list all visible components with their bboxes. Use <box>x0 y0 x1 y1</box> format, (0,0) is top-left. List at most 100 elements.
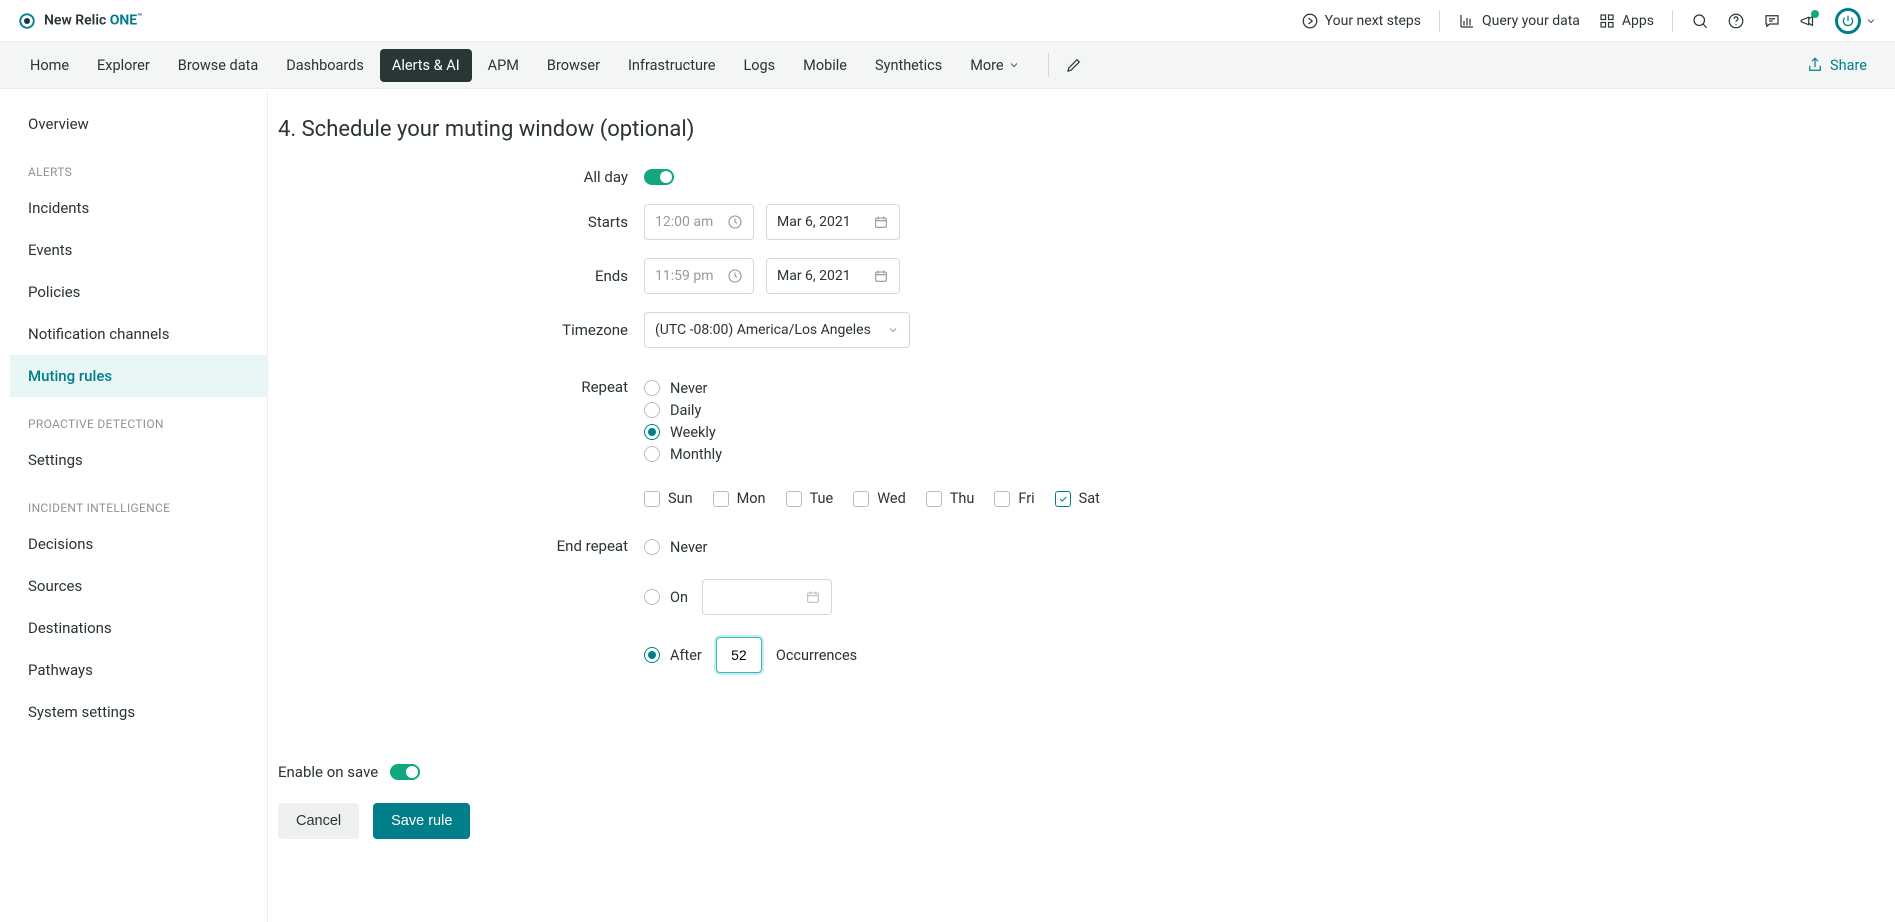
help-button[interactable] <box>1727 12 1745 30</box>
end-repeat-after-radio[interactable]: After <box>644 645 702 665</box>
weekday-fri[interactable]: Fri <box>994 490 1034 507</box>
weekday-mon[interactable]: Mon <box>713 490 766 507</box>
sidebar-item-events[interactable]: Events <box>10 229 267 271</box>
calendar-icon <box>805 589 821 605</box>
footer: Enable on save Cancel Save rule <box>278 739 1895 839</box>
sidebar-item-destinations[interactable]: Destinations <box>10 607 267 649</box>
clock-icon <box>727 268 743 284</box>
weekday-sat[interactable]: Sat <box>1055 490 1100 507</box>
sidebar-header: ALERTS <box>10 145 267 187</box>
repeat-option-daily[interactable]: Daily <box>644 400 722 420</box>
end-repeat-after-label: After <box>670 647 702 664</box>
nav-item-synthetics[interactable]: Synthetics <box>863 49 954 82</box>
sidebar-item-system-settings[interactable]: System settings <box>10 691 267 733</box>
search-icon <box>1691 12 1709 30</box>
repeat-option-weekly[interactable]: Weekly <box>644 422 722 442</box>
starts-date-value: Mar 6, 2021 <box>777 214 851 230</box>
ends-date-input[interactable]: Mar 6, 2021 <box>766 258 900 294</box>
topbar: New Relic ONE™ Your next steps Query you… <box>0 0 1895 42</box>
weekday-tue[interactable]: Tue <box>786 490 834 507</box>
sidebar-item-pathways[interactable]: Pathways <box>10 649 267 691</box>
sidebar-item-decisions[interactable]: Decisions <box>10 523 267 565</box>
weekday-thu[interactable]: Thu <box>926 490 975 507</box>
apps-grid-icon <box>1598 12 1616 30</box>
enable-on-save-toggle[interactable] <box>390 764 420 780</box>
calendar-icon <box>873 268 889 284</box>
end-repeat-never-radio[interactable]: Never <box>644 537 707 557</box>
weekday-row: Sun Mon Tue Wed Thu Fri Sat <box>644 490 1100 507</box>
apps-label: Apps <box>1622 13 1654 29</box>
save-button[interactable]: Save rule <box>373 803 470 839</box>
nav-item-mobile[interactable]: Mobile <box>791 49 859 82</box>
all-day-toggle[interactable] <box>644 169 674 185</box>
end-repeat-on-label: On <box>670 589 688 606</box>
nav-item-alerts-ai[interactable]: Alerts & AI <box>380 49 472 82</box>
ends-label: Ends <box>278 267 644 285</box>
starts-label: Starts <box>278 213 644 231</box>
sidebar-header: PROACTIVE DETECTION <box>10 397 267 439</box>
nav-item-logs[interactable]: Logs <box>731 49 787 82</box>
occurrences-suffix: Occurrences <box>776 647 857 664</box>
chevron-down-icon <box>1865 15 1877 27</box>
mainnav: HomeExplorerBrowse dataDashboardsAlerts … <box>0 42 1895 89</box>
sidebar-header: INCIDENT INTELLIGENCE <box>10 481 267 523</box>
repeat-options: NeverDailyWeeklyMonthly <box>644 378 722 464</box>
nav-item-dashboards[interactable]: Dashboards <box>274 49 376 82</box>
brand-mark-icon <box>18 12 36 30</box>
divider <box>1672 10 1673 32</box>
nav-item-infrastructure[interactable]: Infrastructure <box>616 49 727 82</box>
starts-date-input[interactable]: Mar 6, 2021 <box>766 204 900 240</box>
sidebar: OverviewALERTSIncidentsEventsPoliciesNot… <box>10 91 268 922</box>
sidebar-item-settings[interactable]: Settings <box>10 439 267 481</box>
clock-icon <box>727 214 743 230</box>
sidebar-item-incidents[interactable]: Incidents <box>10 187 267 229</box>
sidebar-item-sources[interactable]: Sources <box>10 565 267 607</box>
sidebar-item-muting-rules[interactable]: Muting rules <box>10 355 267 397</box>
nav-item-browse-data[interactable]: Browse data <box>166 49 270 82</box>
nav-item-more[interactable]: More <box>958 49 1031 82</box>
content: 4. Schedule your muting window (optional… <box>268 89 1895 922</box>
nav-item-home[interactable]: Home <box>18 49 81 82</box>
chevron-down-icon <box>887 324 899 336</box>
repeat-option-monthly[interactable]: Monthly <box>644 444 722 464</box>
end-repeat-never-label: Never <box>670 539 707 556</box>
sidebar-item-overview[interactable]: Overview <box>10 103 267 145</box>
query-data-label: Query your data <box>1482 13 1580 29</box>
ends-time-input[interactable]: 11:59 pm <box>644 258 754 294</box>
chevron-down-icon <box>1008 59 1020 71</box>
sidebar-item-policies[interactable]: Policies <box>10 271 267 313</box>
ends-time-value: 11:59 pm <box>655 268 713 284</box>
nav-item-explorer[interactable]: Explorer <box>85 49 162 82</box>
edit-nav-button[interactable] <box>1065 56 1083 74</box>
ends-date-value: Mar 6, 2021 <box>777 268 851 284</box>
feedback-button[interactable] <box>1763 12 1781 30</box>
brand-logo[interactable]: New Relic ONE™ <box>18 12 142 30</box>
weekday-sun[interactable]: Sun <box>644 490 693 507</box>
end-repeat-on-radio[interactable]: On <box>644 587 688 607</box>
page-title: 4. Schedule your muting window (optional… <box>278 117 1895 142</box>
next-steps-link[interactable]: Your next steps <box>1301 12 1421 30</box>
end-repeat-on-date-input[interactable] <box>702 579 832 615</box>
next-steps-label: Your next steps <box>1325 13 1421 29</box>
search-button[interactable] <box>1691 12 1709 30</box>
occurrences-input[interactable] <box>716 637 762 673</box>
timezone-value: (UTC -08:00) America/Los Angeles <box>655 322 871 338</box>
announce-button[interactable] <box>1799 12 1817 30</box>
repeat-label: Repeat <box>278 378 644 396</box>
weekday-wed[interactable]: Wed <box>853 490 906 507</box>
nav-item-browser[interactable]: Browser <box>535 49 612 82</box>
nav-item-apm[interactable]: APM <box>476 49 531 82</box>
timezone-label: Timezone <box>278 321 644 339</box>
apps-link[interactable]: Apps <box>1598 12 1654 30</box>
share-button[interactable]: Share <box>1806 56 1877 74</box>
starts-time-input[interactable]: 12:00 am <box>644 204 754 240</box>
feedback-icon <box>1763 12 1781 30</box>
cancel-button[interactable]: Cancel <box>278 803 359 839</box>
query-data-link[interactable]: Query your data <box>1458 12 1580 30</box>
repeat-option-never[interactable]: Never <box>644 378 722 398</box>
timezone-select[interactable]: (UTC -08:00) America/Los Angeles <box>644 312 910 348</box>
divider <box>1439 10 1440 32</box>
sidebar-item-notification-channels[interactable]: Notification channels <box>10 313 267 355</box>
account-menu[interactable] <box>1835 8 1877 34</box>
all-day-label: All day <box>278 168 644 186</box>
